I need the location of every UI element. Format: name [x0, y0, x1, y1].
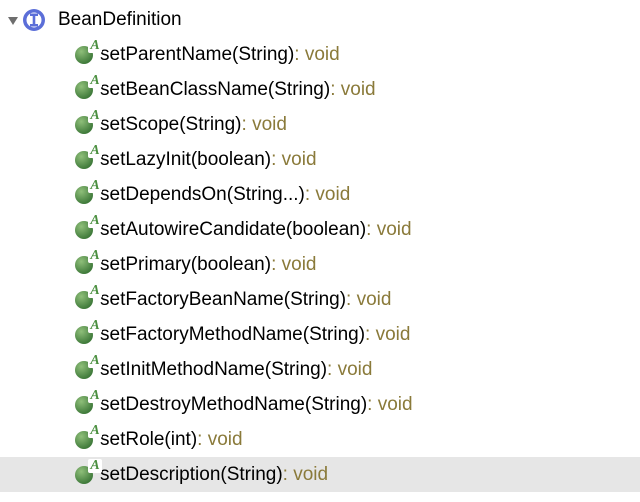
tree-method-row[interactable]: A setFactoryBeanName(String) : void [0, 282, 640, 317]
method-icon: A [72, 463, 96, 487]
method-signature: setAutowireCandidate(boolean) [100, 219, 366, 241]
method-icon: A [72, 358, 96, 382]
tree-method-row[interactable]: A setRole(int) : void [0, 422, 640, 457]
method-signature: setFactoryBeanName(String) [100, 289, 346, 311]
tree-method-row[interactable]: A setBeanClassName(String) : void [0, 72, 640, 107]
method-icon: A [72, 183, 96, 207]
method-signature: setBeanClassName(String) [100, 79, 330, 101]
abstract-badge-icon: A [88, 39, 102, 53]
method-return-type: : void [366, 219, 411, 241]
abstract-badge-icon: A [88, 389, 102, 403]
abstract-badge-icon: A [88, 319, 102, 333]
tree-method-row[interactable]: A setPrimary(boolean) : void [0, 247, 640, 282]
tree-method-row[interactable]: A setDependsOn(String...) : void [0, 177, 640, 212]
method-signature: setDependsOn(String...) [100, 184, 305, 206]
tree-root-row[interactable]: BeanDefinition [0, 2, 640, 37]
method-return-type: : void [305, 184, 350, 206]
method-return-type: : void [283, 464, 328, 486]
method-icon: A [72, 148, 96, 172]
method-icon: A [72, 253, 96, 277]
method-signature: setDestroyMethodName(String) [100, 394, 367, 416]
method-signature: setFactoryMethodName(String) [100, 324, 365, 346]
method-return-type: : void [367, 394, 412, 416]
method-signature: setParentName(String) [100, 44, 294, 66]
abstract-badge-icon: A [88, 249, 102, 263]
method-return-type: : void [330, 79, 375, 101]
tree-method-row[interactable]: A setInitMethodName(String) : void [0, 352, 640, 387]
method-signature: setLazyInit(boolean) [100, 149, 271, 171]
method-icon: A [72, 428, 96, 452]
method-return-type: : void [271, 254, 316, 276]
abstract-badge-icon: A [88, 74, 102, 88]
method-return-type: : void [327, 359, 372, 381]
abstract-badge-icon: A [88, 214, 102, 228]
method-icon: A [72, 393, 96, 417]
tree-method-row[interactable]: A setDestroyMethodName(String) : void [0, 387, 640, 422]
method-icon: A [72, 323, 96, 347]
method-icon: A [72, 218, 96, 242]
method-return-type: : void [271, 149, 316, 171]
method-icon: A [72, 78, 96, 102]
abstract-badge-icon: A [88, 109, 102, 123]
abstract-badge-icon: A [88, 424, 102, 438]
method-signature: setScope(String) [100, 114, 242, 136]
method-return-type: : void [346, 289, 391, 311]
method-return-type: : void [365, 324, 410, 346]
method-signature: setDescription(String) [100, 464, 283, 486]
method-icon: A [72, 288, 96, 312]
tree-method-row[interactable]: A setAutowireCandidate(boolean) : void [0, 212, 640, 247]
method-signature: setPrimary(boolean) [100, 254, 271, 276]
tree-method-row[interactable]: A setScope(String) : void [0, 107, 640, 142]
structure-tree: BeanDefinition A setParentName(String) :… [0, 0, 640, 492]
root-label: BeanDefinition [58, 9, 182, 31]
method-icon: A [72, 113, 96, 137]
abstract-badge-icon: A [88, 144, 102, 158]
tree-method-row[interactable]: A setDescription(String) : void [0, 457, 640, 492]
method-return-type: : void [242, 114, 287, 136]
method-return-type: : void [197, 429, 242, 451]
abstract-badge-icon: A [88, 459, 102, 473]
interface-icon [22, 8, 46, 32]
tree-method-row[interactable]: A setLazyInit(boolean) : void [0, 142, 640, 177]
method-return-type: : void [294, 44, 339, 66]
abstract-badge-icon: A [88, 284, 102, 298]
method-icon: A [72, 43, 96, 67]
tree-method-row[interactable]: A setFactoryMethodName(String) : void [0, 317, 640, 352]
expand-arrow-icon[interactable] [6, 13, 20, 27]
abstract-badge-icon: A [88, 354, 102, 368]
method-signature: setRole(int) [100, 429, 197, 451]
abstract-badge-icon: A [88, 179, 102, 193]
tree-method-row[interactable]: A setParentName(String) : void [0, 37, 640, 72]
method-signature: setInitMethodName(String) [100, 359, 327, 381]
